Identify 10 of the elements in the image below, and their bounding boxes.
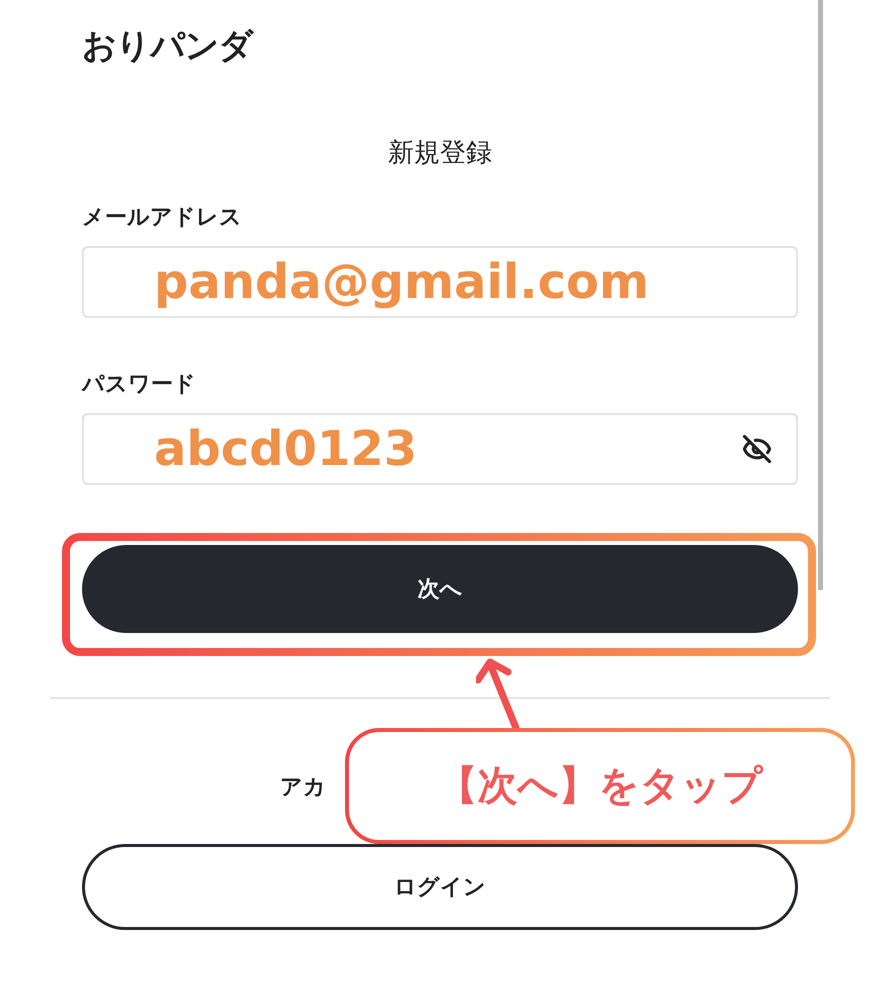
account-prompt: アカ <box>280 774 326 802</box>
eye-off-icon[interactable] <box>742 434 772 464</box>
page-title: 新規登録 <box>388 137 492 170</box>
logo: おりパンダ <box>82 25 253 68</box>
next-button[interactable]: 次へ <box>82 545 798 633</box>
callout-text: 【次へ】をタップ <box>438 762 762 811</box>
field-label: メールアドレス <box>82 204 243 232</box>
scrollbar[interactable] <box>818 0 823 590</box>
login-button[interactable]: ログイン <box>82 844 798 930</box>
field-label: パスワード <box>82 371 197 399</box>
